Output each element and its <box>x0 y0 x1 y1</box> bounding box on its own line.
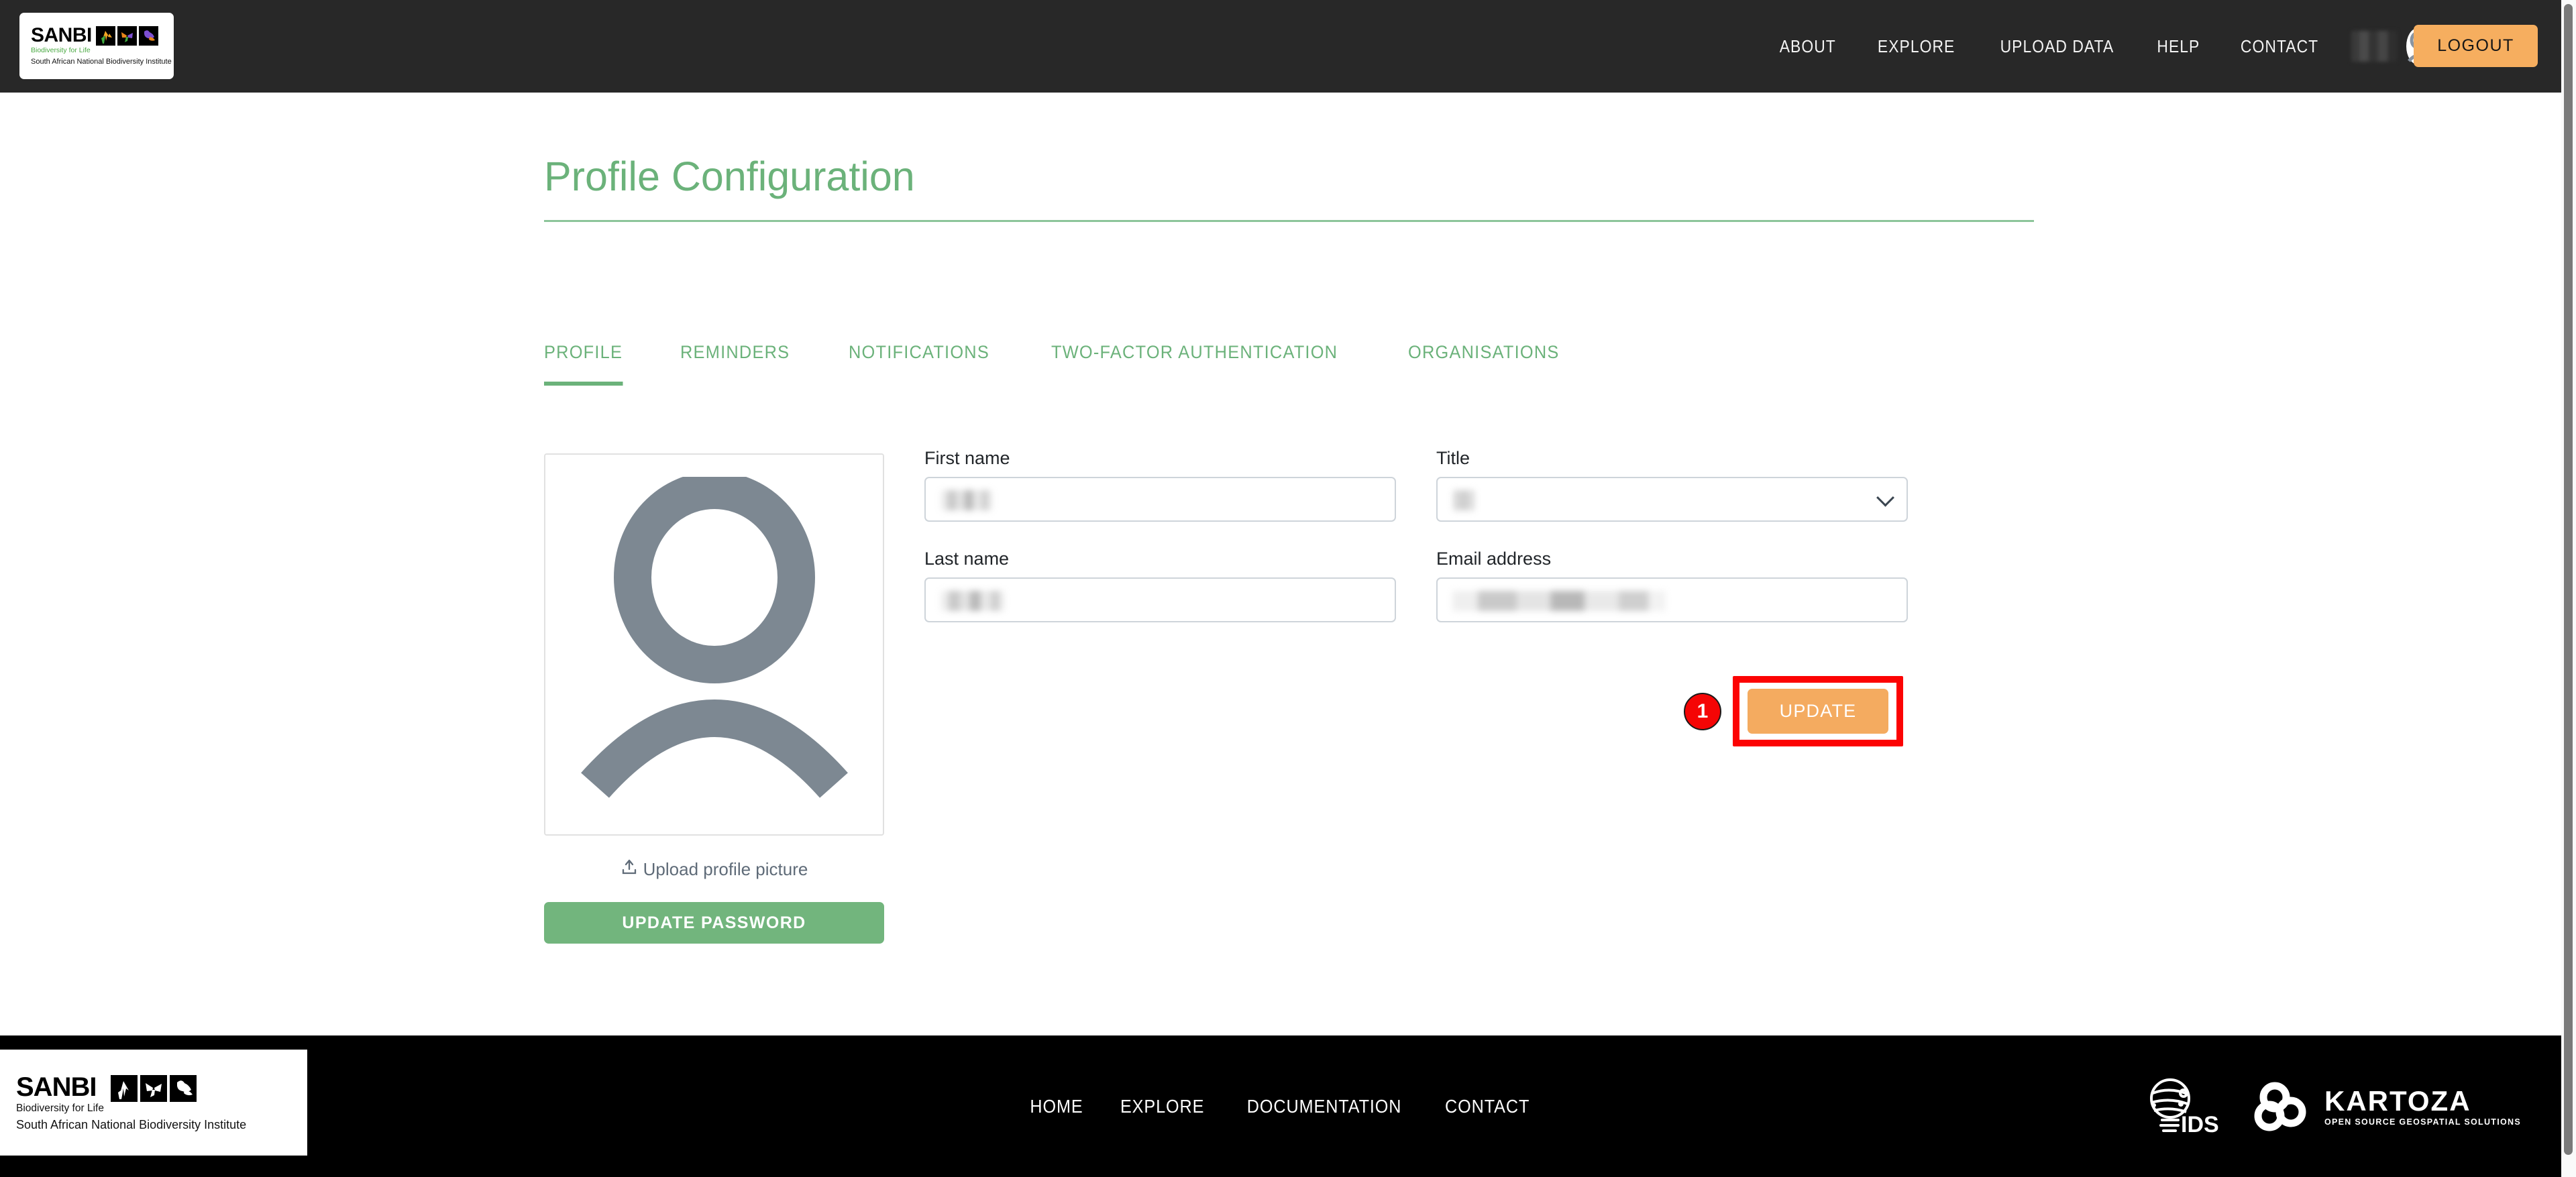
page-scrollbar[interactable] <box>2561 0 2576 1177</box>
sanbi-subtitle: South African National Biodiversity Inst… <box>31 58 172 66</box>
update-password-button[interactable]: UPDATE PASSWORD <box>544 902 884 944</box>
first-name-input[interactable] <box>924 477 1396 522</box>
svg-text:IDS: IDS <box>2181 1112 2219 1137</box>
tab-two-factor-authentication[interactable]: TWO-FACTOR AUTHENTICATION <box>1051 342 1338 386</box>
primary-nav: ABOUT EXPLORE UPLOAD DATA HELP CONTACT <box>1760 0 2340 93</box>
upload-profile-picture-label: Upload profile picture <box>643 859 808 879</box>
last-name-group: Last name <box>924 549 1396 622</box>
gecko-icon <box>138 26 158 46</box>
upload-profile-picture-button[interactable]: Upload profile picture <box>544 858 884 881</box>
email-input[interactable] <box>1436 577 1908 622</box>
annotation-badge-1: 1 <box>1684 692 1721 730</box>
last-name-value-redacted <box>941 591 1005 611</box>
kartoza-wordmark: KARTOZA <box>2324 1084 2471 1117</box>
first-name-value-redacted <box>941 490 993 510</box>
tab-notifications[interactable]: NOTIFICATIONS <box>849 342 989 386</box>
profile-form: First name Title Last name Email address <box>924 448 2038 622</box>
footer-sanbi-tagline: Biodiversity for Life <box>16 1102 104 1114</box>
update-action-area: 1 UPDATE <box>1684 676 1903 746</box>
nav-item-contact[interactable]: CONTACT <box>2226 36 2333 57</box>
nav-item-upload-data[interactable]: UPLOAD DATA <box>1986 36 2129 57</box>
kartoza-knot-icon <box>2254 1082 2306 1131</box>
tab-profile[interactable]: PROFILE <box>544 342 623 386</box>
logout-button[interactable]: LOGOUT <box>2414 25 2538 67</box>
kartoza-tagline: OPEN SOURCE GEOSPATIAL SOLUTIONS <box>2324 1117 2521 1127</box>
nav-item-help[interactable]: HELP <box>2143 36 2214 57</box>
update-button[interactable]: UPDATE <box>1748 689 1888 734</box>
annotation-highlight-box: UPDATE <box>1733 676 1903 746</box>
title-divider <box>544 220 2034 222</box>
gecko-icon <box>169 1074 197 1102</box>
username-redacted <box>2351 31 2397 62</box>
first-name-group: First name <box>924 448 1396 522</box>
profile-tabs: PROFILE REMINDERS NOTIFICATIONS TWO-FACT… <box>544 342 1621 386</box>
title-select[interactable] <box>1436 477 1908 522</box>
upload-icon <box>621 858 638 881</box>
footer-sanbi-tiles <box>110 1074 197 1102</box>
footer-sanbi-subtitle: South African National Biodiversity Inst… <box>16 1117 247 1131</box>
user-avatar-placeholder-icon <box>580 477 848 798</box>
nav-item-explore[interactable]: EXPLORE <box>1864 36 1970 57</box>
email-label: Email address <box>1436 549 1552 569</box>
footer-nav-explore[interactable]: EXPLORE <box>1107 1096 1218 1117</box>
site-footer: HOME EXPLORE DOCUMENTATION CONTACT SANBI… <box>0 1035 2561 1177</box>
tab-organisations[interactable]: ORGANISATIONS <box>1408 342 1560 386</box>
form-row-2: Last name Email address <box>924 549 2038 622</box>
main-content: Profile Configuration PROFILE REMINDERS … <box>0 93 2561 1035</box>
footer-partner-logos: IDS KARTOZA OPEN SOURCE GEOSPATIAL SOLUT… <box>2139 1073 2521 1140</box>
email-value-redacted <box>1452 591 1666 611</box>
chevron-down-icon <box>1876 488 1894 507</box>
footer-sanbi-wordmark: SANBI <box>16 1072 97 1102</box>
footer-nav-contact[interactable]: CONTACT <box>1432 1096 1543 1117</box>
page-scrollbar-thumb[interactable] <box>2564 4 2573 1155</box>
flower-icon <box>110 1074 138 1102</box>
first-name-label: First name <box>924 448 1010 468</box>
footer-sanbi-logo[interactable]: SANBI Biodiversity for Life South Africa… <box>0 1050 307 1156</box>
page-root: SANBI Biodiversity for Life South Africa… <box>0 0 2576 1177</box>
page-title: Profile Configuration <box>544 154 915 199</box>
email-group: Email address <box>1436 549 1908 622</box>
title-value-redacted <box>1452 490 1475 510</box>
ids-logo[interactable]: IDS <box>2139 1073 2220 1140</box>
sanbi-logo[interactable]: SANBI Biodiversity for Life South Africa… <box>19 13 174 79</box>
kartoza-logo[interactable]: KARTOZA OPEN SOURCE GEOSPATIAL SOLUTIONS <box>2252 1080 2521 1133</box>
butterfly-icon <box>117 26 137 46</box>
ids-globe-icon: IDS <box>2149 1078 2219 1137</box>
form-row-1: First name Title <box>924 448 2038 522</box>
profile-picture-panel[interactable] <box>544 453 884 836</box>
title-group: Title <box>1436 448 1908 522</box>
nav-item-about[interactable]: ABOUT <box>1766 36 1850 57</box>
flower-icon <box>95 26 115 46</box>
footer-nav-documentation[interactable]: DOCUMENTATION <box>1234 1096 1415 1117</box>
sanbi-wordmark: SANBI <box>31 24 92 46</box>
site-header: SANBI Biodiversity for Life South Africa… <box>0 0 2561 93</box>
sanbi-tiles <box>95 26 158 46</box>
last-name-input[interactable] <box>924 577 1396 622</box>
tab-reminders[interactable]: REMINDERS <box>680 342 790 386</box>
butterfly-icon <box>140 1074 167 1102</box>
last-name-label: Last name <box>924 549 1010 569</box>
sanbi-tagline: Biodiversity for Life <box>31 46 91 54</box>
footer-nav-home[interactable]: HOME <box>1017 1096 1097 1117</box>
title-label: Title <box>1436 448 1470 468</box>
